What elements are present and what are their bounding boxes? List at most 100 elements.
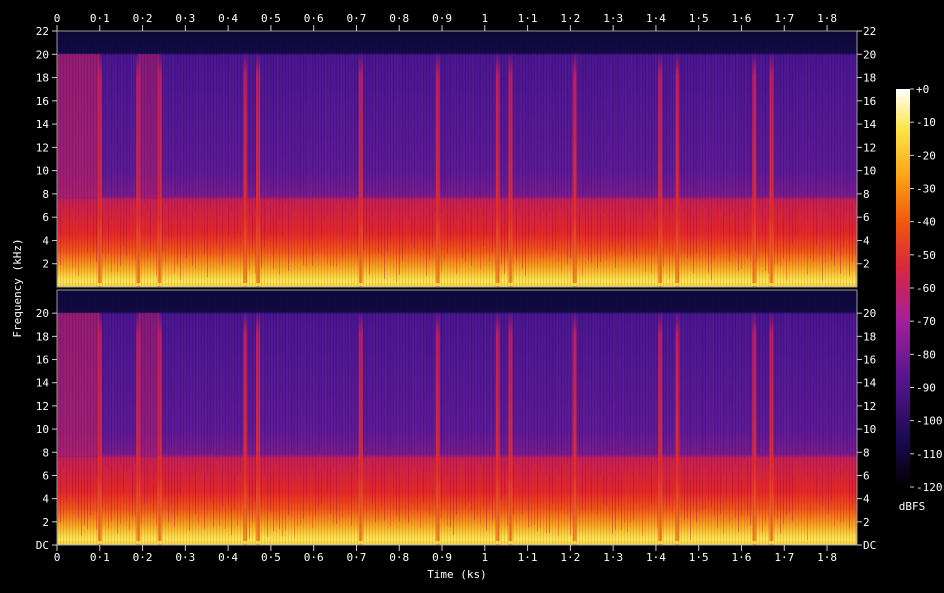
y-tick-label-left: 10 (36, 423, 49, 436)
x-tick-label-bottom: 0·1 (90, 551, 110, 564)
spectrogram-channel-1 (57, 31, 857, 288)
x-tick-label-top: 0 (54, 12, 61, 25)
y-tick-label-right: 2 (863, 258, 870, 271)
x-tick-label-bottom: 0·4 (218, 551, 238, 564)
colorbar-tick-label: -90 (916, 382, 936, 395)
y-tick-label-right: 18 (863, 72, 876, 85)
y-tick-label-left: 2 (42, 516, 49, 529)
x-axis-label: Time (ks) (427, 568, 487, 581)
x-tick-label-top: 0·1 (90, 12, 110, 25)
x-axis-bottom-ticks: 0 0·1 0·2 0·3 0·4 0·5 0·6 0·7 0·8 0·9 1 1·1 1·2 1·3 1·… (54, 545, 837, 564)
colorbar-tick-label: -40 (916, 216, 936, 229)
y-tick-label-left: 20 (36, 48, 49, 61)
y-tick-label-right: 20 (863, 48, 876, 61)
spectrogram-figure: 0 0·1 0·2 0·3 0·4 0·5 0·6 0·7 0·8 0·9 1 1·1 1·2 1·3 1·… (11, 12, 943, 581)
y-tick-label-right: 16 (863, 95, 876, 108)
y-tick-label-right: 6 (863, 211, 870, 224)
y-tick-label-left: 14 (36, 118, 50, 131)
x-tick-label-bottom: 1 (481, 551, 488, 564)
x-tick-label-bottom: 0 (54, 551, 61, 564)
y-tick-label-right: 8 (863, 446, 870, 459)
x-tick-label-bottom: 0·9 (432, 551, 452, 564)
x-tick-label-top: 0·8 (389, 12, 409, 25)
y-axis-label: Frequency (kHz) (11, 238, 24, 337)
colorbar-tick-label: -80 (916, 348, 936, 361)
colorbar-tick-label: -120 (916, 481, 943, 494)
x-tick-label-bottom: 0·6 (304, 551, 324, 564)
y-tick-label-right: 14 (863, 377, 877, 390)
y-tick-label-right: 14 (863, 118, 877, 131)
x-tick-label-bottom: 1·8 (817, 551, 837, 564)
x-tick-label-top: 1 (481, 12, 488, 25)
x-tick-label-top: 0·3 (175, 12, 195, 25)
y-tick-label-right: 8 (863, 188, 870, 201)
y-tick-label-right: DC (863, 539, 876, 552)
colorbar-tick-label: -100 (916, 415, 943, 428)
x-tick-label-top: 0·6 (304, 12, 324, 25)
y-tick-label-right: 4 (863, 493, 870, 506)
colorbar-tick-label: -10 (916, 116, 936, 129)
y-tick-label-right: 20 (863, 307, 876, 320)
texture-overlay (57, 31, 857, 287)
y-tick-label-right: 10 (863, 165, 876, 178)
x-tick-label-top: 1·4 (646, 12, 666, 25)
y-tick-label-left: 16 (36, 354, 49, 367)
y-tick-label-right: 18 (863, 330, 876, 343)
spectrogram-channel-2 (57, 290, 857, 545)
x-tick-label-top: 1·2 (560, 12, 580, 25)
x-tick-label-bottom: 0·3 (175, 551, 195, 564)
y-tick-label-left: 8 (42, 446, 49, 459)
y-tick-label-right: 6 (863, 469, 870, 482)
texture-overlay (57, 290, 857, 545)
y-tick-label-right: 10 (863, 423, 876, 436)
y-tick-label-right: 4 (863, 234, 870, 247)
y-tick-label-right: 2 (863, 516, 870, 529)
y-tick-label-right: 12 (863, 400, 876, 413)
x-tick-label-bottom: 1·1 (518, 551, 538, 564)
x-tick-label-top: 1·5 (689, 12, 709, 25)
y-tick-label-left: 10 (36, 165, 49, 178)
x-tick-label-top: 1·3 (603, 12, 623, 25)
x-tick-label-bottom: 0·5 (261, 551, 281, 564)
y-tick-label-left: 4 (42, 234, 49, 247)
x-tick-label-bottom: 0·2 (133, 551, 153, 564)
x-tick-label-top: 1·1 (518, 12, 538, 25)
y-tick-label-left: 20 (36, 307, 49, 320)
y-tick-label-left: 18 (36, 72, 49, 85)
colorbar-label: dBFS (899, 500, 926, 513)
y-tick-label-left: 22 (36, 25, 49, 38)
x-tick-label-top: 0·9 (432, 12, 452, 25)
y-tick-label-right: 22 (863, 25, 876, 38)
x-tick-label-top: 0·7 (347, 12, 367, 25)
y-tick-label-left: 2 (42, 258, 49, 271)
x-tick-label-bottom: 1·3 (603, 551, 623, 564)
y-tick-label-left: 6 (42, 211, 49, 224)
y-tick-label-left: 14 (36, 377, 50, 390)
y-tick-label-right: 12 (863, 141, 876, 154)
x-tick-label-top: 1·7 (774, 12, 794, 25)
y-tick-label-left: 8 (42, 188, 49, 201)
y-tick-label-left: 12 (36, 141, 49, 154)
colorbar-tick-label: -110 (916, 448, 943, 461)
y-tick-label-left: 18 (36, 330, 49, 343)
colorbar-tick-label: -60 (916, 282, 936, 295)
colorbar-tick-label: +0 (916, 83, 929, 96)
colorbar: +0 -10 -20 -30 -40 -50 -60 -70 -80 -90 -100 -110 -12… (896, 83, 943, 513)
colorbar-gradient (896, 89, 910, 487)
x-tick-label-bottom: 1·6 (732, 551, 752, 564)
x-tick-label-bottom: 0·8 (389, 551, 409, 564)
x-tick-label-top: 1·6 (732, 12, 752, 25)
y-tick-label-left: 4 (42, 493, 49, 506)
y-tick-label-left: DC (36, 539, 49, 552)
y-tick-label-left: 6 (42, 469, 49, 482)
y-tick-label-left: 12 (36, 400, 49, 413)
x-tick-label-top: 1·8 (817, 12, 837, 25)
x-tick-label-bottom: 1·4 (646, 551, 666, 564)
colorbar-tick-label: -50 (916, 249, 936, 262)
colorbar-tick-label: -30 (916, 183, 936, 196)
x-tick-label-bottom: 1·5 (689, 551, 709, 564)
y-tick-label-right: 16 (863, 354, 876, 367)
x-axis-top-ticks: 0 0·1 0·2 0·3 0·4 0·5 0·6 0·7 0·8 0·9 1 1·1 1·2 1·3 1·… (54, 12, 837, 31)
x-tick-label-top: 0·5 (261, 12, 281, 25)
colorbar-tick-label: -20 (916, 149, 936, 162)
